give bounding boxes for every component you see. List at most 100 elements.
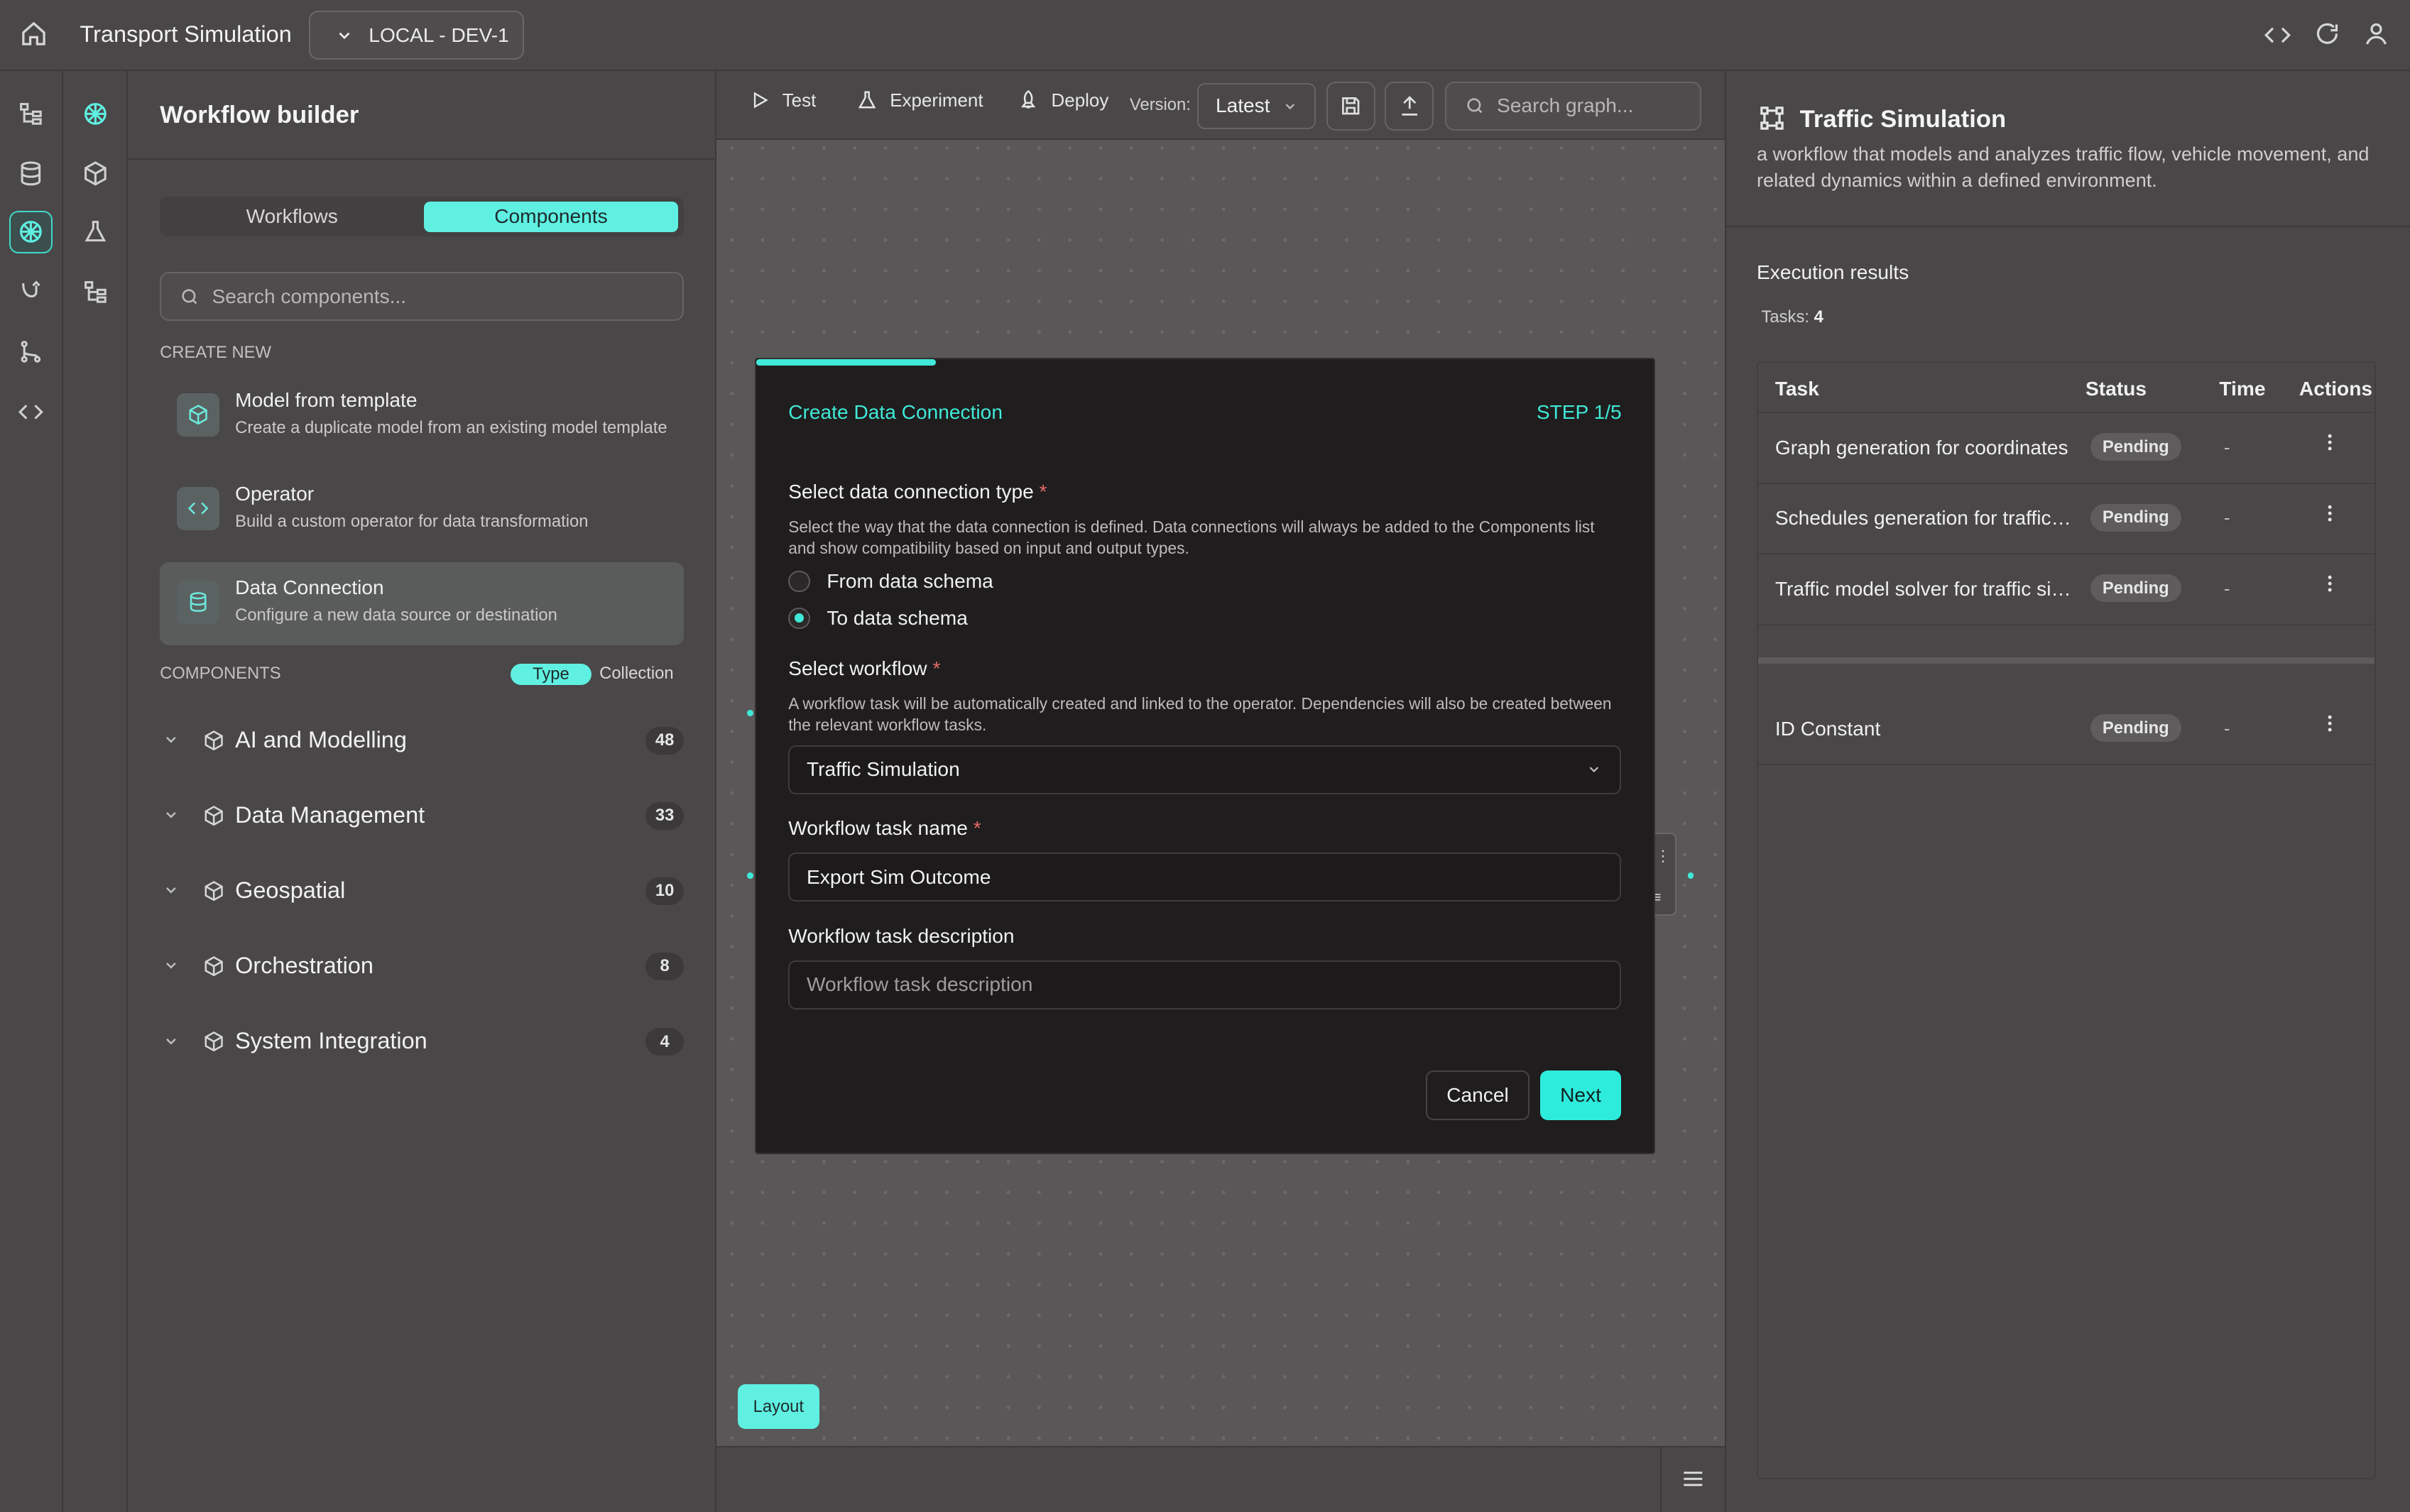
graph-toolbar: Test Experiment Deploy Version: Latest S… <box>716 70 1725 140</box>
layout-button[interactable]: Layout <box>737 1384 819 1429</box>
table-row[interactable]: Graph generation for coordinates Pending… <box>1758 413 2374 484</box>
cube-icon <box>203 880 224 902</box>
conn-type-label: Select data connection type * <box>788 481 1047 503</box>
search-components-input[interactable]: Search components... <box>160 272 685 322</box>
chevron-down-icon <box>163 882 180 899</box>
cube-icon <box>176 393 220 437</box>
panel-title: Workflow builder <box>160 101 359 128</box>
view-toggle-collection[interactable]: Collection <box>599 664 674 684</box>
home-icon[interactable] <box>20 20 48 48</box>
network-brain-icon[interactable] <box>74 92 117 136</box>
group-count-badge: 33 <box>645 801 685 830</box>
save-icon[interactable] <box>1326 81 1376 131</box>
menu-icon[interactable] <box>1659 1445 1725 1512</box>
radio-circle <box>788 607 810 629</box>
create-item-description: Create a duplicate model from an existin… <box>235 417 667 437</box>
radio-circle <box>788 570 810 592</box>
column-header-task: Task <box>1774 378 1819 400</box>
task-name-value: Export Sim Outcome <box>807 865 991 888</box>
tasks-value: 4 <box>1814 307 1823 327</box>
radio-to-data-schema[interactable]: To data schema <box>788 607 968 630</box>
task-desc-input[interactable]: Workflow task description <box>788 960 1622 1009</box>
table-row[interactable]: ID Constant Pending - <box>1758 694 2374 765</box>
rocket-icon <box>1018 89 1039 111</box>
create-item-title: Model from template <box>235 388 418 411</box>
kebab-menu-icon[interactable] <box>2319 432 2340 453</box>
create-item-title: Data Connection <box>235 576 384 598</box>
deploy-button[interactable]: Deploy <box>1018 89 1108 111</box>
version-value: Latest <box>1215 94 1270 117</box>
code-icon[interactable] <box>2264 21 2291 49</box>
flask-icon <box>856 89 878 111</box>
code-icon[interactable] <box>9 390 53 434</box>
component-group[interactable]: AI and Modelling 48 <box>160 722 685 759</box>
create-item-description: Build a custom operator for data transfo… <box>235 511 589 531</box>
network-brain-icon[interactable] <box>9 210 53 254</box>
divider <box>1725 226 2410 228</box>
test-button[interactable]: Test <box>750 89 816 111</box>
tree-icon[interactable] <box>9 92 53 136</box>
column-header-actions: Actions <box>2299 378 2373 400</box>
table-row[interactable]: Traffic model solver for traffic sim... … <box>1758 554 2374 625</box>
tree-icon[interactable] <box>74 270 117 314</box>
radio-from-data-schema[interactable]: From data schema <box>788 570 993 593</box>
kebab-menu-icon[interactable] <box>2319 573 2340 594</box>
primary-nav-rail <box>0 70 63 1512</box>
experiment-button[interactable]: Experiment <box>856 89 983 111</box>
group-count-badge: 8 <box>645 952 685 980</box>
tab-workflows[interactable]: Workflows <box>165 202 420 232</box>
table-row[interactable]: Schedules generation for traffic s... Pe… <box>1758 484 2374 555</box>
conn-type-hint: Select the way that the data connection … <box>788 517 1595 558</box>
cube-icon[interactable] <box>74 152 117 195</box>
play-icon <box>750 90 770 110</box>
status-badge: Pending <box>2090 503 2182 532</box>
tasks-count: Tasks: 4 <box>1762 307 1823 327</box>
chevron-down-icon <box>335 26 354 45</box>
tab-components[interactable]: Components <box>424 201 678 232</box>
task-time: - <box>2223 577 2230 599</box>
create-operator[interactable]: Operator Build a custom operator for dat… <box>160 469 684 552</box>
cube-icon <box>203 730 224 751</box>
search-graph-input[interactable]: Search graph... <box>1444 81 1702 131</box>
component-group[interactable]: System Integration 4 <box>160 1024 685 1061</box>
workflow-select[interactable]: Traffic Simulation <box>788 745 1622 794</box>
status-badge: Pending <box>2090 714 2182 743</box>
task-name: Schedules generation for traffic s... <box>1774 507 2073 530</box>
view-toggle-type[interactable]: Type <box>510 664 592 686</box>
chevron-down-icon <box>1282 99 1298 114</box>
task-time: - <box>2223 436 2230 458</box>
task-name-input[interactable]: Export Sim Outcome <box>788 853 1622 902</box>
database-icon <box>176 581 220 624</box>
group-count-badge: 48 <box>645 726 685 755</box>
node-port[interactable] <box>746 709 753 716</box>
create-new-heading: CREATE NEW <box>160 342 271 362</box>
code-icon <box>176 487 220 530</box>
kebab-menu-icon[interactable] <box>2319 713 2340 734</box>
component-group[interactable]: Data Management 33 <box>160 797 685 834</box>
environment-select[interactable]: LOCAL - DEV-1 <box>309 11 525 60</box>
branch-icon[interactable] <box>9 330 53 373</box>
create-data-connection[interactable]: Data Connection Configure a new data sou… <box>160 562 685 646</box>
refresh-icon[interactable] <box>2313 20 2341 48</box>
flask-icon[interactable] <box>74 211 117 254</box>
version-select[interactable]: Latest <box>1197 82 1316 129</box>
next-button[interactable]: Next <box>1539 1070 1622 1120</box>
create-item-title: Operator <box>235 482 315 505</box>
component-group[interactable]: Orchestration 8 <box>160 948 685 985</box>
user-icon[interactable] <box>2362 20 2390 48</box>
upload-icon[interactable] <box>1385 81 1434 131</box>
chevron-down-icon <box>163 806 180 823</box>
column-header-status: Status <box>2085 378 2147 400</box>
group-count-badge: 4 <box>645 1028 685 1056</box>
group-label: Geospatial <box>235 877 346 903</box>
kebab-menu-icon[interactable] <box>2319 503 2340 524</box>
component-group[interactable]: Geospatial 10 <box>160 872 685 909</box>
node-port[interactable] <box>746 872 753 880</box>
database-icon[interactable] <box>9 152 53 195</box>
chevron-down-icon <box>163 957 180 974</box>
cancel-button[interactable]: Cancel <box>1426 1070 1530 1120</box>
task-time: - <box>2223 507 2230 529</box>
chevron-down-icon <box>163 731 180 748</box>
hook-icon[interactable] <box>9 270 53 314</box>
create-model-from-template[interactable]: Model from template Create a duplicate m… <box>160 375 684 458</box>
